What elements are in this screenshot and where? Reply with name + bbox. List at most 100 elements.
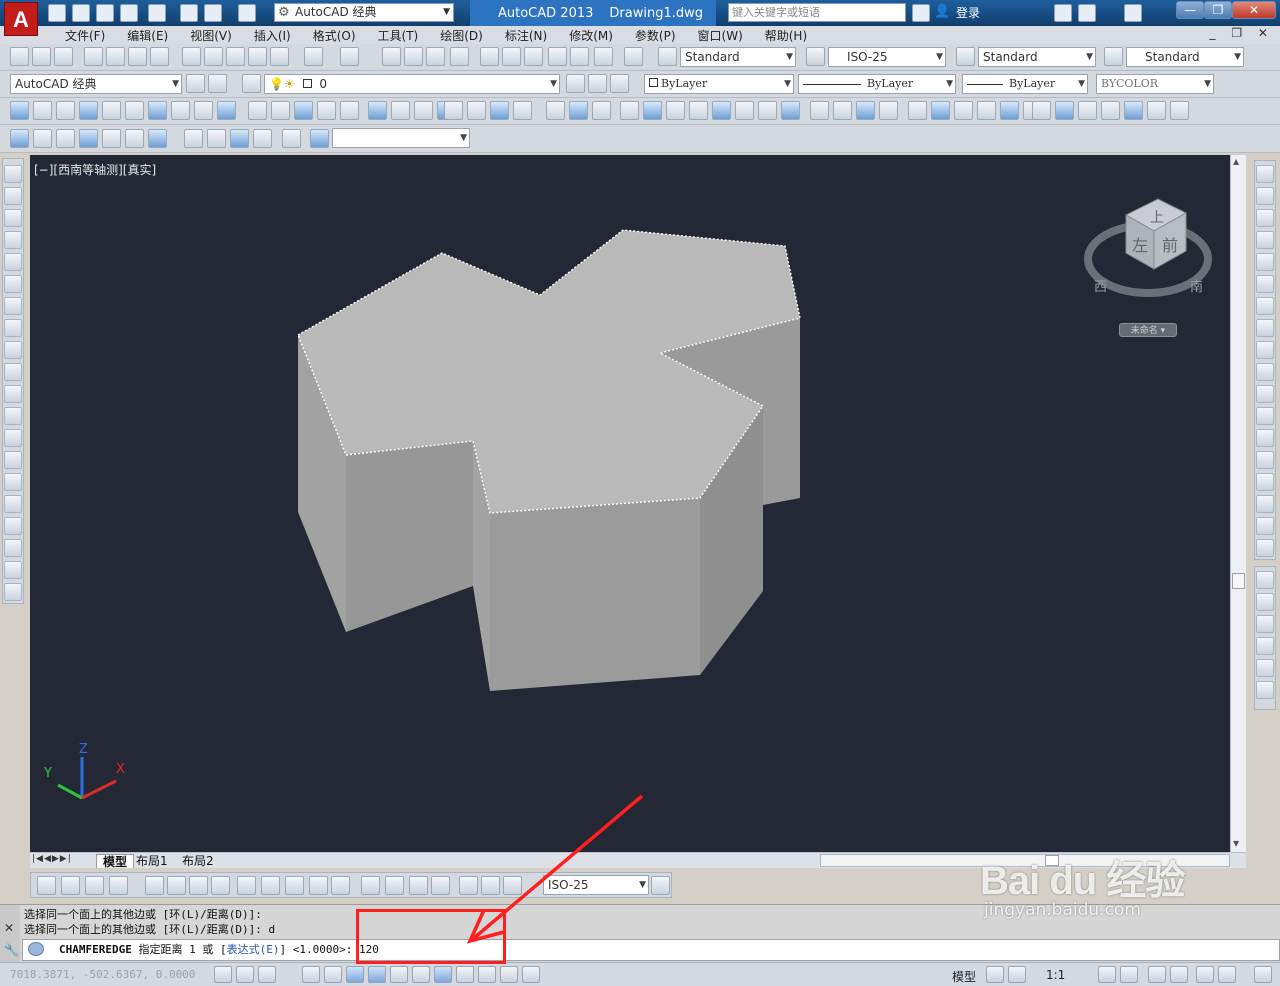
make-block-icon[interactable] (4, 429, 22, 447)
plotstyle-dropdown[interactable]: BYCOLOR ▼ (1096, 74, 1214, 94)
dim-style-icon[interactable] (806, 47, 825, 66)
hatch-edit-icon[interactable] (1256, 615, 1274, 633)
spline-icon[interactable] (4, 341, 22, 359)
vertical-scrollbar[interactable]: ▲ ▼ (1230, 155, 1246, 852)
union-icon[interactable] (102, 101, 121, 120)
layer-previous-icon[interactable] (588, 74, 607, 93)
new-icon[interactable] (10, 47, 29, 66)
rectangle-icon[interactable] (4, 253, 22, 271)
workspace-dropdown[interactable]: ⚙ AutoCAD 经典 ▼ (274, 3, 454, 22)
quick-dim-icon[interactable] (237, 876, 256, 895)
menu-view[interactable]: 视图(V) (179, 27, 243, 44)
grid-icon[interactable] (258, 966, 276, 983)
copy-icon[interactable] (1256, 187, 1274, 205)
clean-screen-icon[interactable] (1254, 966, 1272, 983)
subtract-icon[interactable] (490, 101, 509, 120)
osnap-icon[interactable] (346, 966, 364, 983)
scroll-down-icon[interactable]: ▼ (1233, 839, 1239, 848)
visual-style-icon[interactable] (33, 129, 52, 148)
slice-icon[interactable] (1078, 101, 1097, 120)
revision-cloud-icon[interactable] (4, 319, 22, 337)
explode-icon[interactable] (1256, 517, 1274, 535)
union-icon[interactable] (294, 101, 313, 120)
infer-constraints-icon[interactable] (214, 966, 232, 983)
workspace-dropdown-2[interactable]: AutoCAD 经典 ▼ (10, 74, 182, 94)
revolve-icon[interactable] (444, 101, 463, 120)
auto-scale-icon[interactable] (1120, 966, 1138, 983)
help-icon[interactable] (1124, 4, 1142, 22)
multileader-style-icon[interactable] (1104, 47, 1123, 66)
zoom-previous-icon[interactable] (450, 47, 469, 66)
3d-print-icon[interactable] (150, 47, 169, 66)
jogged-icon[interactable] (167, 876, 186, 895)
ortho-icon[interactable] (302, 966, 320, 983)
extrude-icon[interactable] (56, 101, 75, 120)
diameter-icon[interactable] (189, 876, 208, 895)
union-icon[interactable] (467, 101, 486, 120)
named-view-icon[interactable] (184, 129, 203, 148)
tab-layout1[interactable]: 布局1 (136, 854, 168, 868)
isolate-objects-icon[interactable] (1218, 966, 1236, 983)
fillet-icon[interactable] (1256, 473, 1274, 491)
construction-line-icon[interactable] (4, 187, 22, 205)
quickcalc-icon[interactable] (594, 47, 613, 66)
binoculars-icon[interactable] (912, 4, 930, 22)
box-icon[interactable] (954, 101, 973, 120)
save-icon[interactable] (54, 47, 73, 66)
plot-icon[interactable] (180, 4, 198, 22)
new-icon[interactable] (48, 4, 66, 22)
ellipse-arc-icon[interactable] (4, 385, 22, 403)
close-icon[interactable]: ✕ (1232, 1, 1276, 19)
hatch-icon[interactable] (4, 473, 22, 491)
transparency-icon[interactable] (478, 966, 496, 983)
copy-icon[interactable] (204, 47, 223, 66)
workspace-settings-icon[interactable] (186, 74, 205, 93)
ucs-icon[interactable] (253, 129, 272, 148)
view-icon[interactable] (10, 129, 29, 148)
layer-state-icon[interactable] (610, 74, 629, 93)
help-icon[interactable] (624, 47, 643, 66)
drawing-viewport[interactable]: [−][西南等轴测][真实] Z Y X 上 左 前 西 南 未命名 ▾ (30, 155, 1230, 852)
circle-icon[interactable] (4, 297, 22, 315)
union-icon[interactable] (856, 101, 875, 120)
publish-icon[interactable] (148, 4, 166, 22)
tab-layout2[interactable]: 布局2 (182, 854, 214, 868)
menu-insert[interactable]: 插入(I) (243, 27, 302, 44)
zoom-window-icon[interactable] (426, 47, 445, 66)
paste-block-icon[interactable] (248, 47, 267, 66)
redo-icon[interactable] (238, 4, 256, 22)
subtract-icon[interactable] (689, 101, 708, 120)
orbit-icon[interactable] (931, 101, 950, 120)
minimize-icon[interactable]: — (1176, 1, 1204, 19)
center-mark-icon[interactable] (385, 876, 404, 895)
menu-format[interactable]: 格式(O) (302, 27, 367, 44)
close-icon[interactable]: ✕ (4, 921, 14, 935)
revolve-icon[interactable] (271, 101, 290, 120)
ellipse-icon[interactable] (4, 363, 22, 381)
otrack-icon[interactable] (390, 966, 408, 983)
layer-properties-icon[interactable] (242, 74, 261, 93)
maximize-icon[interactable]: ❐ (1204, 1, 1232, 19)
revolve-icon[interactable] (643, 101, 662, 120)
orbit-icon[interactable] (546, 101, 565, 120)
slice-icon[interactable] (340, 101, 359, 120)
workspace-switch-icon[interactable] (1148, 966, 1166, 983)
aligned-dim-icon[interactable] (61, 876, 80, 895)
erase-icon[interactable] (1256, 165, 1274, 183)
sheet-set-icon[interactable] (548, 47, 567, 66)
multiline-text-icon[interactable] (4, 561, 22, 579)
mirror-icon[interactable] (1256, 209, 1274, 227)
viewcube-left-label[interactable]: 左 (1132, 236, 1148, 255)
slice-icon[interactable] (148, 101, 167, 120)
gradient-icon[interactable] (4, 495, 22, 513)
menu-dimension[interactable]: 标注(N) (494, 27, 558, 44)
color-dropdown[interactable]: ByLayer ▼ (644, 74, 794, 94)
polygon-icon[interactable] (4, 231, 22, 249)
revolve-icon[interactable] (79, 101, 98, 120)
chamfer-icon[interactable] (1256, 451, 1274, 469)
named-view-icon[interactable] (282, 129, 301, 148)
view-icon[interactable] (102, 129, 121, 148)
offset-icon[interactable] (1256, 231, 1274, 249)
ucs-icon[interactable] (148, 129, 167, 148)
redo-icon[interactable] (340, 47, 359, 66)
